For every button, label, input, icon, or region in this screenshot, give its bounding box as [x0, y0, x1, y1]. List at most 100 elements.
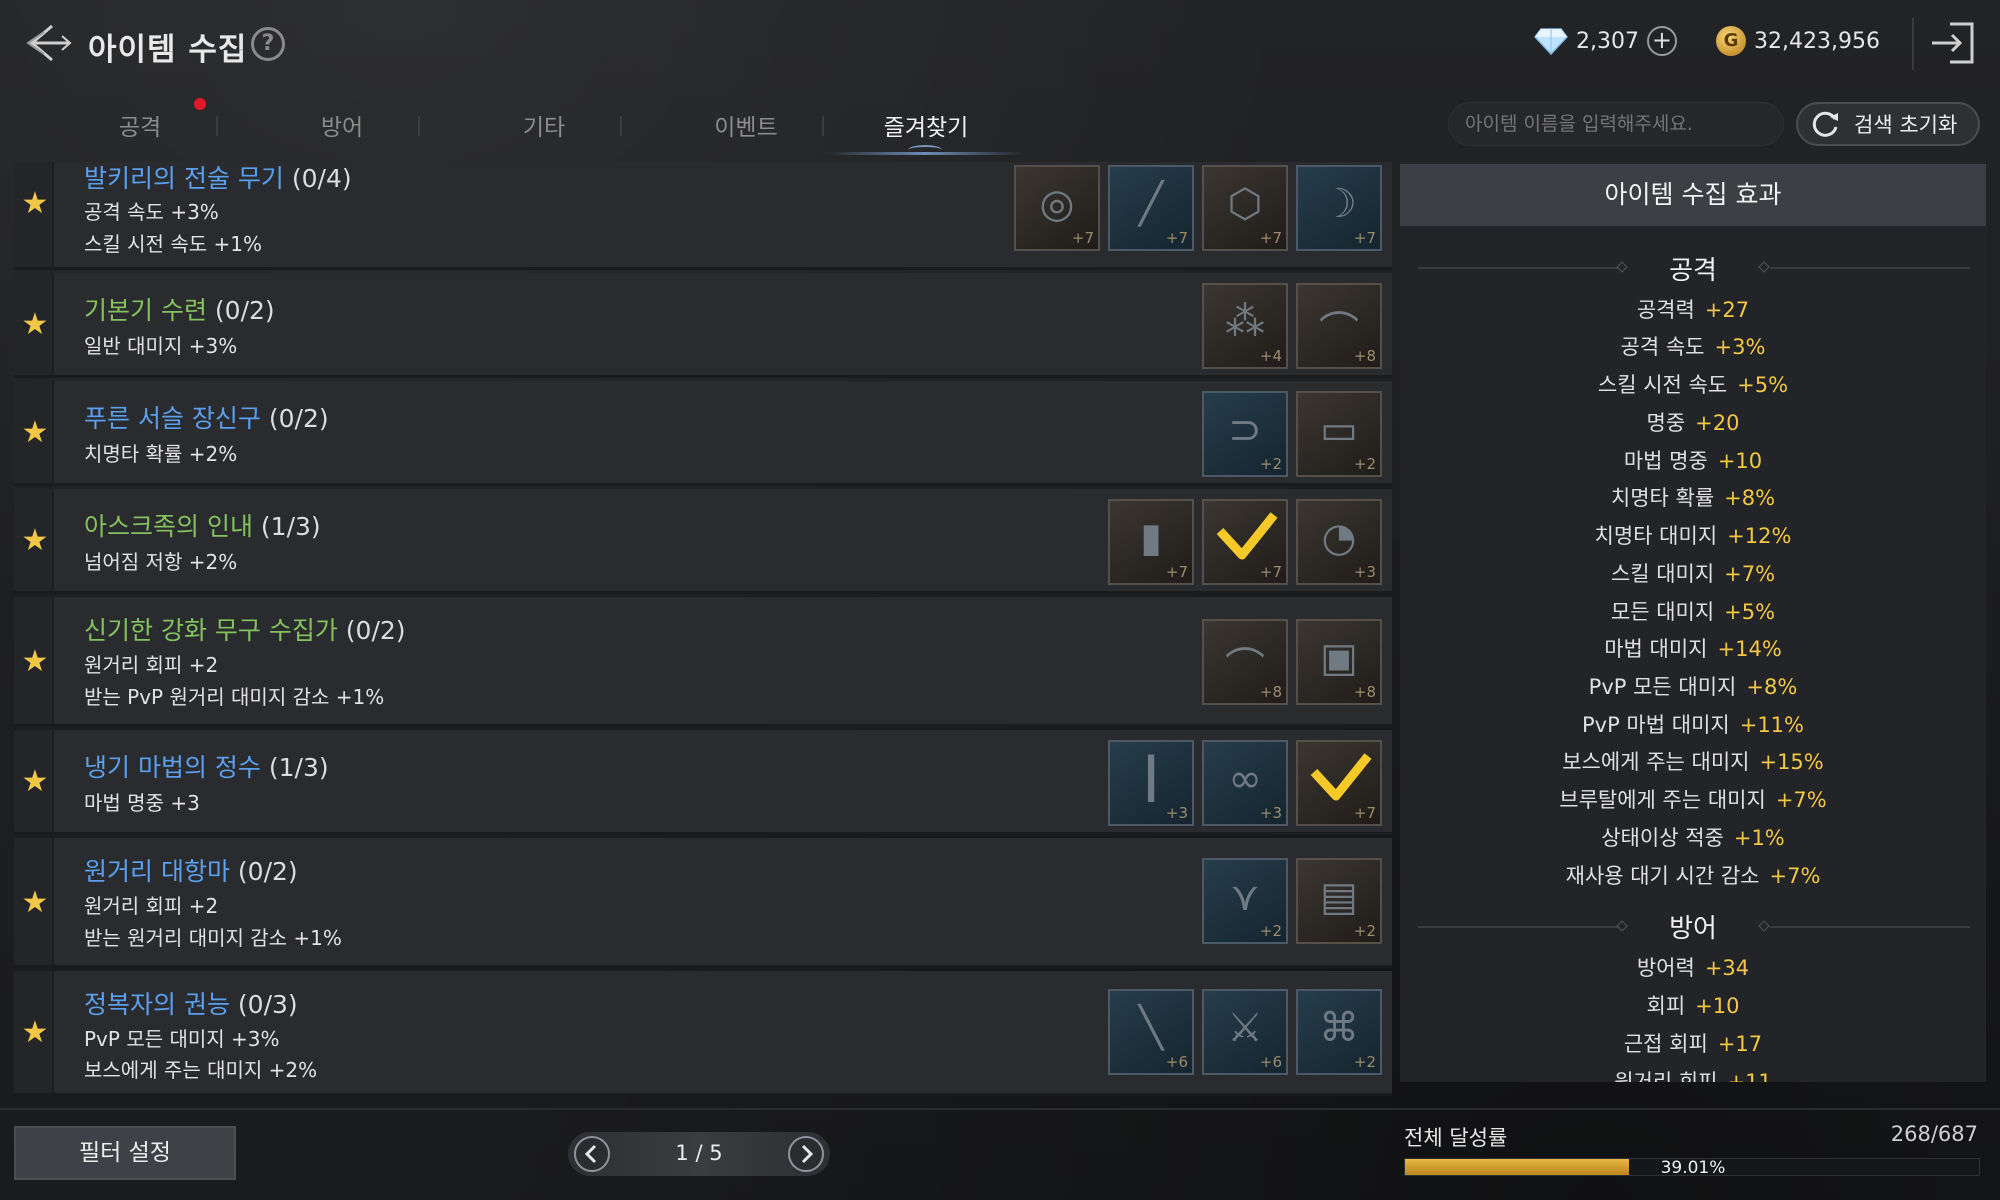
item-slot[interactable]: ⊃ +2 — [1202, 391, 1288, 477]
item-slot[interactable]: ⁂ +4 — [1202, 283, 1288, 369]
item-chestplate-icon: ▣ — [1320, 635, 1358, 681]
page-title: 아이템 수집 — [88, 32, 248, 68]
item-level: +8 — [1259, 683, 1282, 701]
reset-search-button[interactable]: 검색 초기화 — [1796, 102, 1980, 146]
item-slot[interactable]: ▤ +2 — [1296, 858, 1382, 944]
effect-value: +12% — [1727, 524, 1792, 548]
collection-effect: 공격 속도 +3% — [84, 200, 219, 224]
exit-icon[interactable] — [1928, 18, 1978, 68]
tab-divider — [822, 116, 824, 136]
tab-etc[interactable]: 기타 — [444, 108, 644, 142]
effect-line: 공격 속도 +3% — [1400, 331, 1986, 361]
effect-line: 상태이상 적중 +1% — [1400, 822, 1986, 852]
favorite-star-icon[interactable]: ★ — [20, 526, 50, 556]
item-slot[interactable]: ⋎ +2 — [1202, 858, 1288, 944]
notification-dot — [194, 98, 206, 110]
item-slot[interactable]: +7 — [1202, 499, 1288, 585]
item-slot[interactable]: ╲ +6 — [1108, 989, 1194, 1075]
collection-effect: 스킬 시전 속도 +1% — [84, 232, 262, 256]
next-page-button[interactable] — [788, 1136, 824, 1172]
panel-title: 아이템 수집 효과 — [1400, 164, 1986, 226]
achievement-percent: 39.01% — [1660, 1158, 1726, 1178]
effect-value: +7% — [1775, 788, 1827, 812]
item-slot[interactable]: ⬡ +7 — [1202, 165, 1288, 251]
effect-name: PvP 모든 대미지 — [1588, 675, 1737, 699]
item-slot[interactable]: ▭ +2 — [1296, 391, 1382, 477]
effect-name: 스킬 대미지 — [1610, 562, 1715, 586]
item-slot[interactable]: ▮ +7 — [1108, 499, 1194, 585]
item-slot[interactable]: ╱ +7 — [1108, 165, 1194, 251]
item-slot[interactable]: ⌘ +2 — [1296, 989, 1382, 1075]
favorite-column: ★ — [14, 381, 54, 483]
item-swords-icon: ⚔ — [1227, 1005, 1263, 1051]
favorite-star-icon[interactable]: ★ — [20, 418, 50, 448]
back-arrow-icon[interactable] — [22, 18, 76, 68]
collection-row[interactable]: ★ 아스크족의 인내 (1/3) 넘어짐 저항 +2% ▮ +7 +7 ◔ +3 — [14, 489, 1392, 594]
effect-name: 재사용 대기 시간 감소 — [1565, 864, 1760, 888]
item-slot[interactable]: ⌒ +8 — [1202, 619, 1288, 705]
collection-effect: 받는 원거리 대미지 감소 +1% — [84, 926, 342, 950]
favorite-column: ★ — [14, 489, 54, 591]
effect-line: 근접 회피 +17 — [1400, 1028, 1986, 1058]
effect-name: PvP 마법 대미지 — [1582, 713, 1730, 737]
effect-name: 근접 회피 — [1623, 1032, 1708, 1056]
collection-list: ★ 발키리의 전술 무기 (0/4) 공격 속도 +3% 스킬 시전 속도 +1… — [14, 162, 1392, 1096]
item-level: +2 — [1353, 922, 1376, 940]
item-rune-icon: ⌘ — [1319, 1005, 1359, 1051]
diamond-icon — [1534, 28, 1568, 56]
header-divider — [1912, 18, 1914, 70]
item-slot[interactable]: ☽ +7 — [1296, 165, 1382, 251]
gold-amount: 32,423,956 — [1754, 28, 1880, 54]
collection-row[interactable]: ★ 냉기 마법의 정수 (1/3) 마법 명중 +3 ┃ +3 ∞ +3 +7 — [14, 730, 1392, 835]
tab-event[interactable]: 이벤트 — [646, 108, 846, 142]
effect-line: 원거리 회피 +11 — [1400, 1066, 1986, 1082]
favorite-star-icon[interactable]: ★ — [20, 189, 50, 219]
effect-value: +34 — [1704, 956, 1750, 980]
collection-row[interactable]: ★ 신기한 강화 무구 수집가 (0/2) 원거리 회피 +2 받는 PvP 원… — [14, 597, 1392, 727]
item-slot[interactable]: ⌒ +8 — [1296, 283, 1382, 369]
collection-title: 푸른 서슬 장신구 (0/2) — [84, 399, 329, 435]
collection-effect: PvP 모든 대미지 +3% — [84, 1027, 280, 1051]
item-helmet-icon: ◔ — [1321, 515, 1357, 561]
effect-name: 보스에게 주는 대미지 — [1562, 750, 1750, 774]
effect-value: +20 — [1695, 411, 1740, 435]
effect-line: 모든 대미지 +5% — [1400, 596, 1986, 626]
item-slot[interactable]: +7 — [1296, 740, 1382, 826]
item-slot[interactable]: ∞ +3 — [1202, 740, 1288, 826]
tab-favorites[interactable]: 즐겨찾기 — [826, 108, 1026, 142]
favorite-column: ★ — [14, 162, 54, 267]
favorite-star-icon[interactable]: ★ — [20, 767, 50, 797]
favorite-star-icon[interactable]: ★ — [20, 310, 50, 340]
tab-defense[interactable]: 방어 — [242, 108, 442, 142]
item-level: +3 — [1353, 563, 1376, 581]
item-slot[interactable]: ◔ +3 — [1296, 499, 1382, 585]
favorite-star-icon[interactable]: ★ — [20, 1018, 50, 1048]
collection-row[interactable]: ★ 정복자의 권능 (0/3) PvP 모든 대미지 +3% 보스에게 주는 대… — [14, 971, 1392, 1096]
effect-line: PvP 마법 대미지 +11% — [1400, 709, 1986, 739]
item-slot[interactable]: ⚔ +6 — [1202, 989, 1288, 1075]
diamond-currency: 2,307 + — [1534, 26, 1677, 56]
search-input[interactable] — [1448, 102, 1784, 146]
collection-row[interactable]: ★ 푸른 서슬 장신구 (0/2) 치명타 확률 +2% ⊃ +2 ▭ +2 — [14, 381, 1392, 486]
item-dagger-icon: ╱ — [1138, 181, 1164, 227]
collection-effect: 마법 명중 +3 — [84, 791, 200, 815]
item-slot[interactable]: ◎ +7 — [1014, 165, 1100, 251]
favorite-star-icon[interactable]: ★ — [20, 647, 50, 677]
effect-value: +15% — [1759, 750, 1824, 774]
tab-attack[interactable]: 공격 — [40, 108, 240, 142]
item-slot[interactable]: ▣ +8 — [1296, 619, 1382, 705]
pagination: 1 / 5 — [568, 1132, 830, 1176]
item-level: +6 — [1165, 1053, 1188, 1071]
effect-value: +11% — [1739, 713, 1804, 737]
collection-title: 아스크족의 인내 (1/3) — [84, 507, 321, 543]
collection-row[interactable]: ★ 원거리 대항마 (0/2) 원거리 회피 +2 받는 원거리 대미지 감소 … — [14, 838, 1392, 968]
help-icon[interactable]: ? — [251, 27, 285, 61]
item-slot[interactable]: ┃ +3 — [1108, 740, 1194, 826]
collection-row[interactable]: ★ 발키리의 전술 무기 (0/4) 공격 속도 +3% 스킬 시전 속도 +1… — [14, 162, 1392, 270]
filter-settings-button[interactable]: 필터 설정 — [14, 1126, 236, 1180]
favorite-star-icon[interactable]: ★ — [20, 888, 50, 918]
add-diamond-button[interactable]: + — [1646, 26, 1677, 56]
collection-name: 정복자의 권능 — [84, 990, 230, 1019]
effect-value: +27 — [1704, 298, 1750, 322]
collection-row[interactable]: ★ 기본기 수련 (0/2) 일반 대미지 +3% ⁂ +4 ⌒ +8 — [14, 273, 1392, 378]
